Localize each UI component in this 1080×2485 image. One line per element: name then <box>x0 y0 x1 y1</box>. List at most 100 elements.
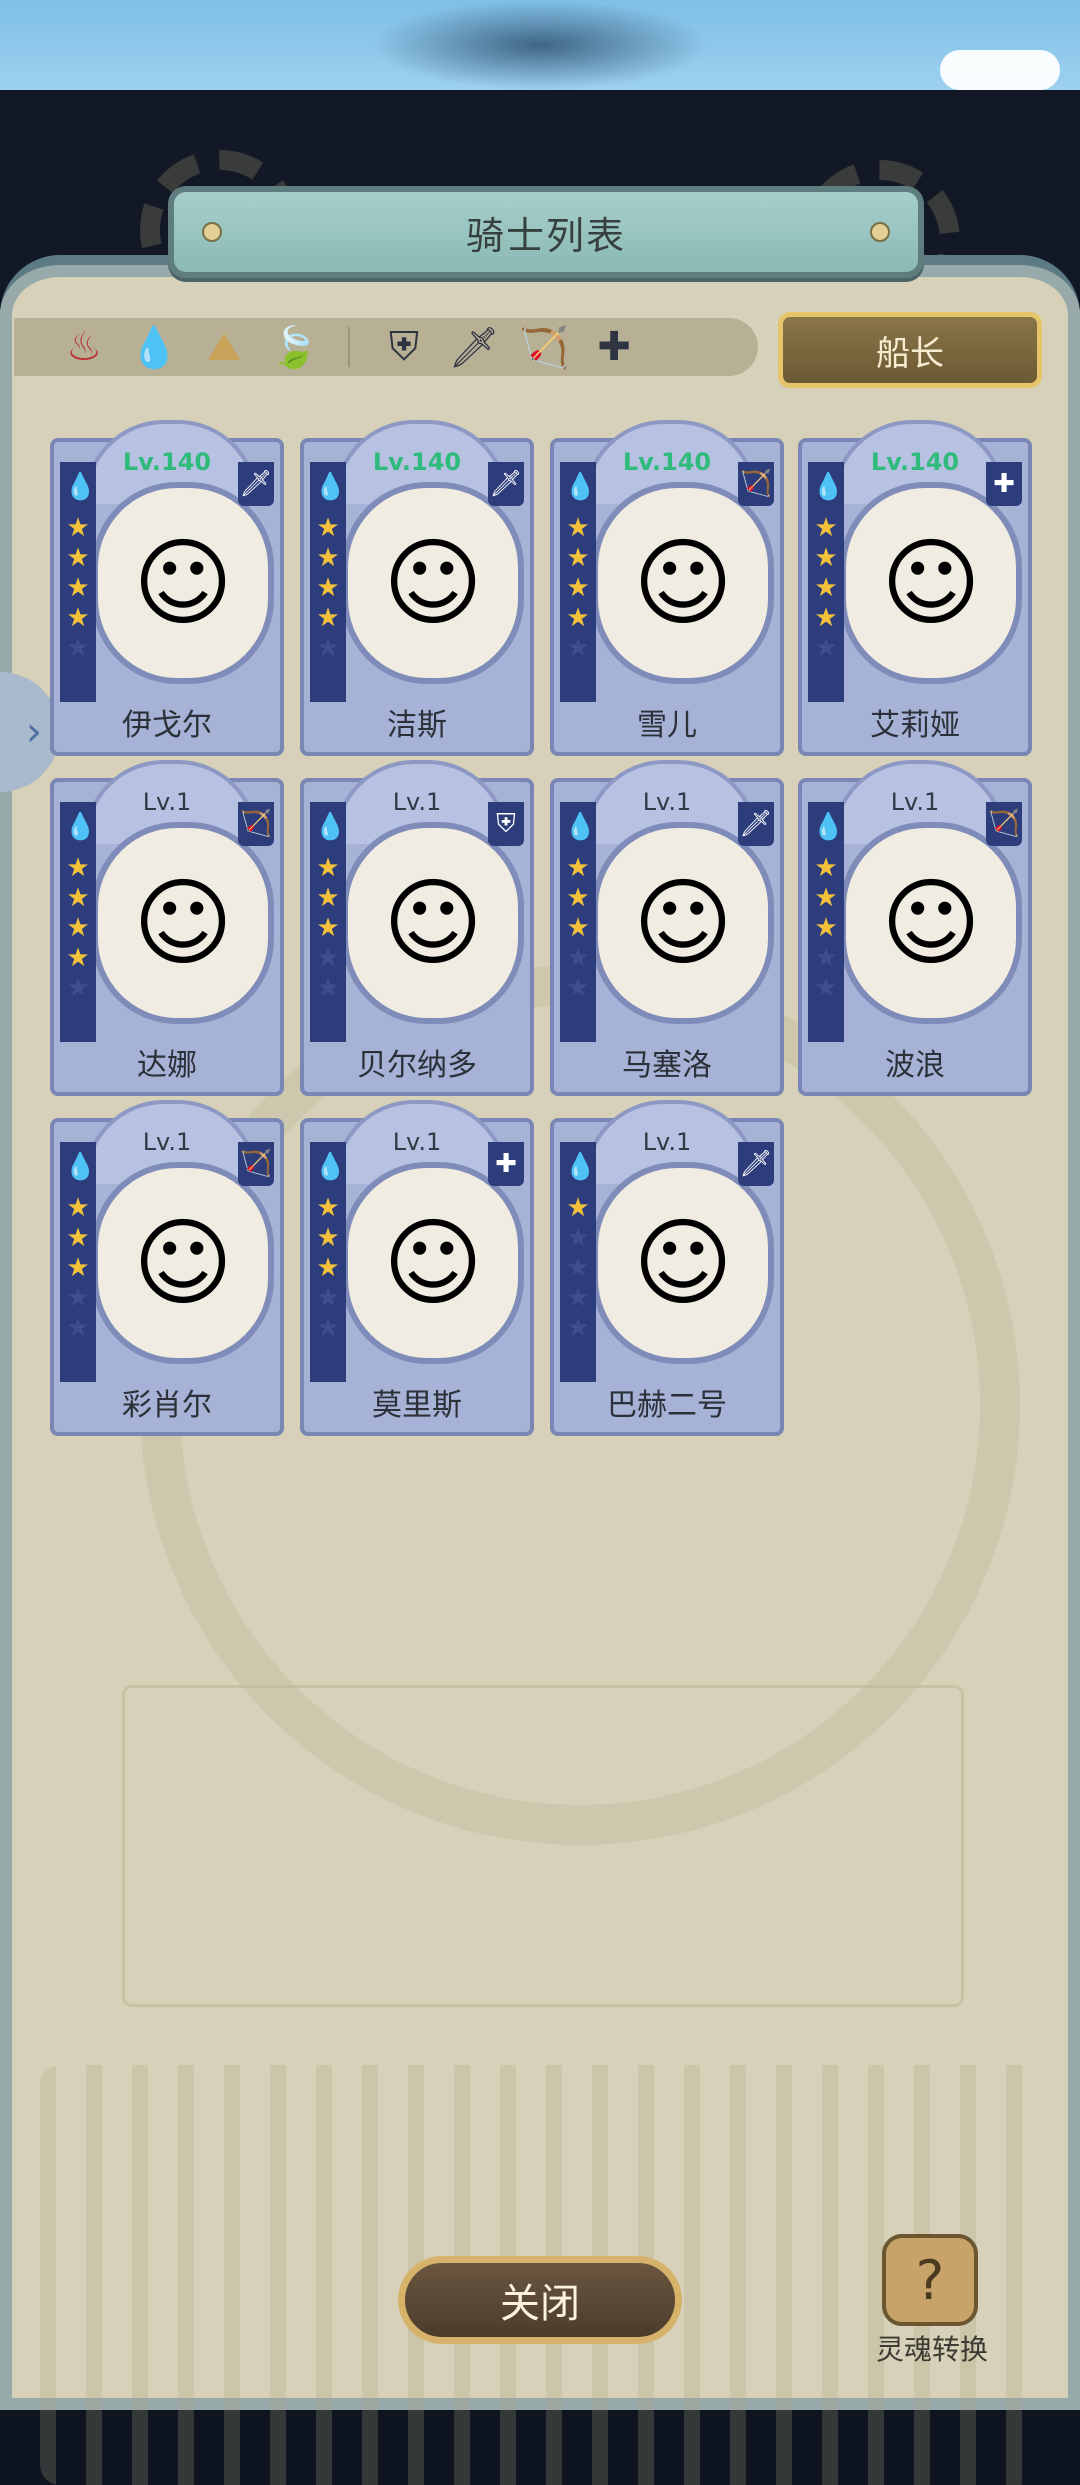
star-icon: ★ <box>316 1313 340 1343</box>
star-icon: ★ <box>316 1283 340 1313</box>
star-ribbon: 💧 ★ ★ ★ ★ ★ <box>60 1142 96 1382</box>
knight-card[interactable]: ☺ Lv.140 💧 ★ ★ ★ ★ ★ 🏹 雪儿 <box>550 420 784 756</box>
knight-name: 雪儿 <box>637 708 697 743</box>
captain-button[interactable]: 船长 <box>778 312 1042 388</box>
knight-portrait: ☺ <box>92 1162 274 1364</box>
water-icon: 💧 <box>564 812 597 842</box>
bow-icon: 🏹 <box>986 802 1022 846</box>
star-rating: ★ ★ ★ ★ ★ <box>564 854 592 1004</box>
star-ribbon: 💧 ★ ★ ★ ★ ★ <box>310 802 346 1042</box>
sword-icon[interactable]: 🗡 <box>444 318 504 376</box>
water-icon: 💧 <box>564 1152 597 1182</box>
star-icon: ★ <box>66 1283 90 1313</box>
star-rating: ★ ★ ★ ★ ★ <box>812 514 840 664</box>
knight-card[interactable]: ☺ Lv.1 💧 ★ ★ ★ ★ ★ 🗡 马塞洛 <box>550 760 784 1096</box>
knight-card[interactable]: ☺ Lv.1 💧 ★ ★ ★ ★ ★ 🏹 波浪 <box>798 760 1032 1096</box>
portrait-icon: ☺ <box>632 1207 734 1319</box>
knight-card[interactable]: ☺ Lv.140 💧 ★ ★ ★ ★ ★ 🗡 伊戈尔 <box>50 420 284 756</box>
star-ribbon: 💧 ★ ★ ★ ★ ★ <box>310 462 346 702</box>
star-icon: ★ <box>566 1193 590 1223</box>
bow-icon[interactable]: 🏹 <box>514 318 574 376</box>
star-icon: ★ <box>66 853 90 883</box>
star-icon: ★ <box>316 1193 340 1223</box>
filter-divider <box>348 327 350 367</box>
star-icon: ★ <box>316 633 340 663</box>
water-icon[interactable]: 💧 <box>124 318 184 376</box>
cross-icon: ✚ <box>986 462 1022 506</box>
star-icon: ★ <box>316 603 340 633</box>
captain-label: 船长 <box>876 333 944 374</box>
star-rating: ★ ★ ★ ★ ★ <box>314 854 342 1004</box>
shield-icon[interactable]: ⛨ <box>374 318 434 376</box>
bow-icon: 🏹 <box>738 462 774 506</box>
star-ribbon: 💧 ★ ★ ★ ★ ★ <box>808 802 844 1042</box>
knight-card[interactable]: ☺ Lv.140 💧 ★ ★ ★ ★ ★ 🗡 洁斯 <box>300 420 534 756</box>
soul-convert-button[interactable]: ? 灵魂转换 <box>862 2226 1002 2366</box>
star-icon: ★ <box>66 1193 90 1223</box>
knight-card[interactable]: ☺ Lv.1 💧 ★ ★ ★ ★ ★ ✚ 莫里斯 <box>300 1100 534 1436</box>
cross-icon: ✚ <box>488 1142 524 1186</box>
water-icon: 💧 <box>64 812 97 842</box>
star-icon: ★ <box>316 943 340 973</box>
star-icon: ★ <box>814 883 838 913</box>
star-icon: ★ <box>316 1253 340 1283</box>
star-icon: ★ <box>316 973 340 1003</box>
cross-icon[interactable]: ✚ <box>584 318 644 376</box>
knight-portrait: ☺ <box>342 482 524 684</box>
star-icon: ★ <box>66 543 90 573</box>
fire-icon[interactable]: ♨ <box>54 318 114 376</box>
sword-icon: 🗡 <box>738 1142 774 1186</box>
star-ribbon: 💧 ★ ★ ★ ★ ★ <box>560 802 596 1042</box>
knight-card[interactable]: ☺ Lv.1 💧 ★ ★ ★ ★ ★ ⛨ 贝尔纳多 <box>300 760 534 1096</box>
knight-portrait: ☺ <box>840 822 1022 1024</box>
knight-card[interactable]: ☺ Lv.1 💧 ★ ★ ★ ★ ★ 🏹 达娜 <box>50 760 284 1096</box>
knight-card[interactable]: ☺ Lv.140 💧 ★ ★ ★ ★ ★ ✚ 艾莉娅 <box>798 420 1032 756</box>
portrait-icon: ☺ <box>880 527 982 639</box>
portrait-icon: ☺ <box>632 527 734 639</box>
knight-card[interactable]: ☺ Lv.1 💧 ★ ★ ★ ★ ★ 🗡 巴赫二号 <box>550 1100 784 1436</box>
soul-convert-label: 灵魂转换 <box>875 2333 988 2366</box>
star-icon: ★ <box>566 883 590 913</box>
star-icon: ★ <box>566 853 590 883</box>
star-ribbon: 💧 ★ ★ ★ ★ ★ <box>60 802 96 1042</box>
knight-portrait: ☺ <box>840 482 1022 684</box>
bow-icon: 🏹 <box>238 1142 274 1186</box>
water-icon: 💧 <box>64 1152 97 1182</box>
star-icon: ★ <box>66 1313 90 1343</box>
star-icon: ★ <box>814 853 838 883</box>
water-icon: 💧 <box>812 472 845 502</box>
star-icon: ★ <box>814 913 838 943</box>
star-icon: ★ <box>66 913 90 943</box>
star-icon: ★ <box>66 1253 90 1283</box>
bow-icon: 🏹 <box>238 802 274 846</box>
star-icon: ★ <box>316 913 340 943</box>
star-icon: ★ <box>316 513 340 543</box>
water-icon: 💧 <box>314 1152 347 1182</box>
star-icon: ★ <box>566 913 590 943</box>
chevron-right-icon: › <box>26 709 42 755</box>
star-rating: ★ ★ ★ ★ ★ <box>564 514 592 664</box>
knight-name: 艾莉娅 <box>870 708 960 743</box>
star-icon: ★ <box>814 513 838 543</box>
star-icon: ★ <box>66 973 90 1003</box>
cloud-decoration <box>940 50 1060 90</box>
knight-card[interactable]: ☺ Lv.1 💧 ★ ★ ★ ★ ★ 🏹 彩肖尔 <box>50 1100 284 1436</box>
water-icon: 💧 <box>564 472 597 502</box>
close-label: 关闭 <box>500 2281 580 2327</box>
knight-portrait: ☺ <box>592 822 774 1024</box>
star-rating: ★ ★ ★ ★ ★ <box>314 514 342 664</box>
water-icon: 💧 <box>314 472 347 502</box>
star-ribbon: 💧 ★ ★ ★ ★ ★ <box>560 462 596 702</box>
wind-icon[interactable]: 🍃 <box>264 318 324 376</box>
star-rating: ★ ★ ★ ★ ★ <box>64 854 92 1004</box>
star-icon: ★ <box>566 543 590 573</box>
knight-name: 伊戈尔 <box>122 708 212 743</box>
soul-convert-icon: ? <box>882 2234 978 2326</box>
star-icon: ★ <box>316 883 340 913</box>
knight-portrait: ☺ <box>342 1162 524 1364</box>
close-button[interactable]: 关闭 <box>398 2256 682 2344</box>
earth-icon[interactable]: ⛰ <box>194 318 254 376</box>
portrait-icon: ☺ <box>132 867 234 979</box>
star-ribbon: 💧 ★ ★ ★ ★ ★ <box>808 462 844 702</box>
portrait-icon: ☺ <box>880 867 982 979</box>
